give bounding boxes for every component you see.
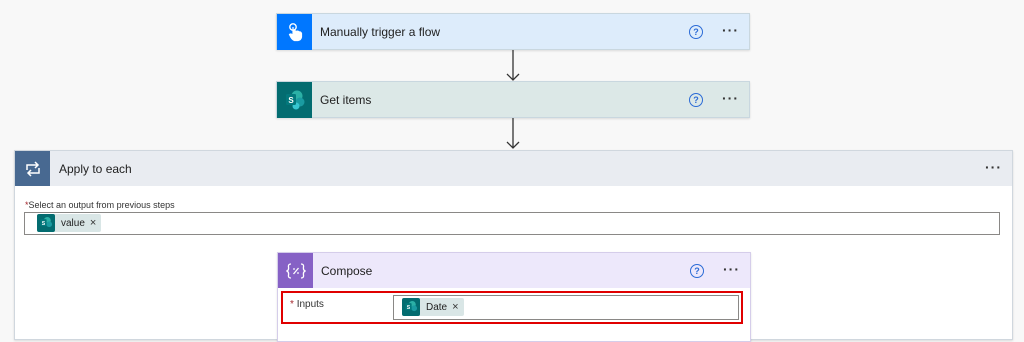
help-icon[interactable]: ? xyxy=(689,93,703,107)
select-output-label: *Select an output from previous steps xyxy=(25,200,175,210)
select-output-input[interactable]: S value × xyxy=(24,212,1000,235)
remove-token-icon[interactable]: × xyxy=(452,301,458,313)
more-options-icon[interactable]: ··· xyxy=(985,160,1002,174)
sharepoint-icon: S xyxy=(37,214,55,232)
svg-text:S: S xyxy=(288,96,294,105)
get-items-card[interactable]: S Get items ? ··· xyxy=(276,81,750,118)
more-options-icon[interactable]: ··· xyxy=(722,23,739,37)
inputs-label: * Inputs xyxy=(290,299,324,310)
apply-to-each-card[interactable]: Apply to each ··· *Select an output from… xyxy=(14,150,1013,342)
get-items-title: Get items xyxy=(320,93,372,107)
inputs-field[interactable]: S Date × xyxy=(393,295,739,320)
inputs-highlight-box: * Inputs S Date × xyxy=(281,291,743,324)
apply-to-each-title: Apply to each xyxy=(59,161,132,176)
loop-icon xyxy=(15,151,50,186)
value-token-label: value xyxy=(61,217,85,229)
help-icon[interactable]: ? xyxy=(689,25,703,39)
compose-card[interactable]: Compose ? ··· * Inputs S Date × xyxy=(277,252,751,342)
value-token[interactable]: S value × xyxy=(37,214,102,232)
date-token[interactable]: S Date × xyxy=(402,298,464,316)
trigger-card[interactable]: Manually trigger a flow ? ··· xyxy=(276,13,750,50)
trigger-title: Manually trigger a flow xyxy=(320,25,441,39)
sharepoint-icon: S xyxy=(277,82,312,118)
braces-icon xyxy=(278,253,313,288)
help-icon[interactable]: ? xyxy=(690,264,704,278)
flow-arrow-icon xyxy=(506,118,520,149)
touch-hand-icon xyxy=(277,14,312,50)
sharepoint-icon: S xyxy=(402,298,420,316)
remove-token-icon[interactable]: × xyxy=(90,217,96,229)
more-options-icon[interactable]: ··· xyxy=(723,262,740,276)
compose-title: Compose xyxy=(321,263,373,278)
date-token-label: Date xyxy=(426,301,448,313)
more-options-icon[interactable]: ··· xyxy=(722,91,739,105)
